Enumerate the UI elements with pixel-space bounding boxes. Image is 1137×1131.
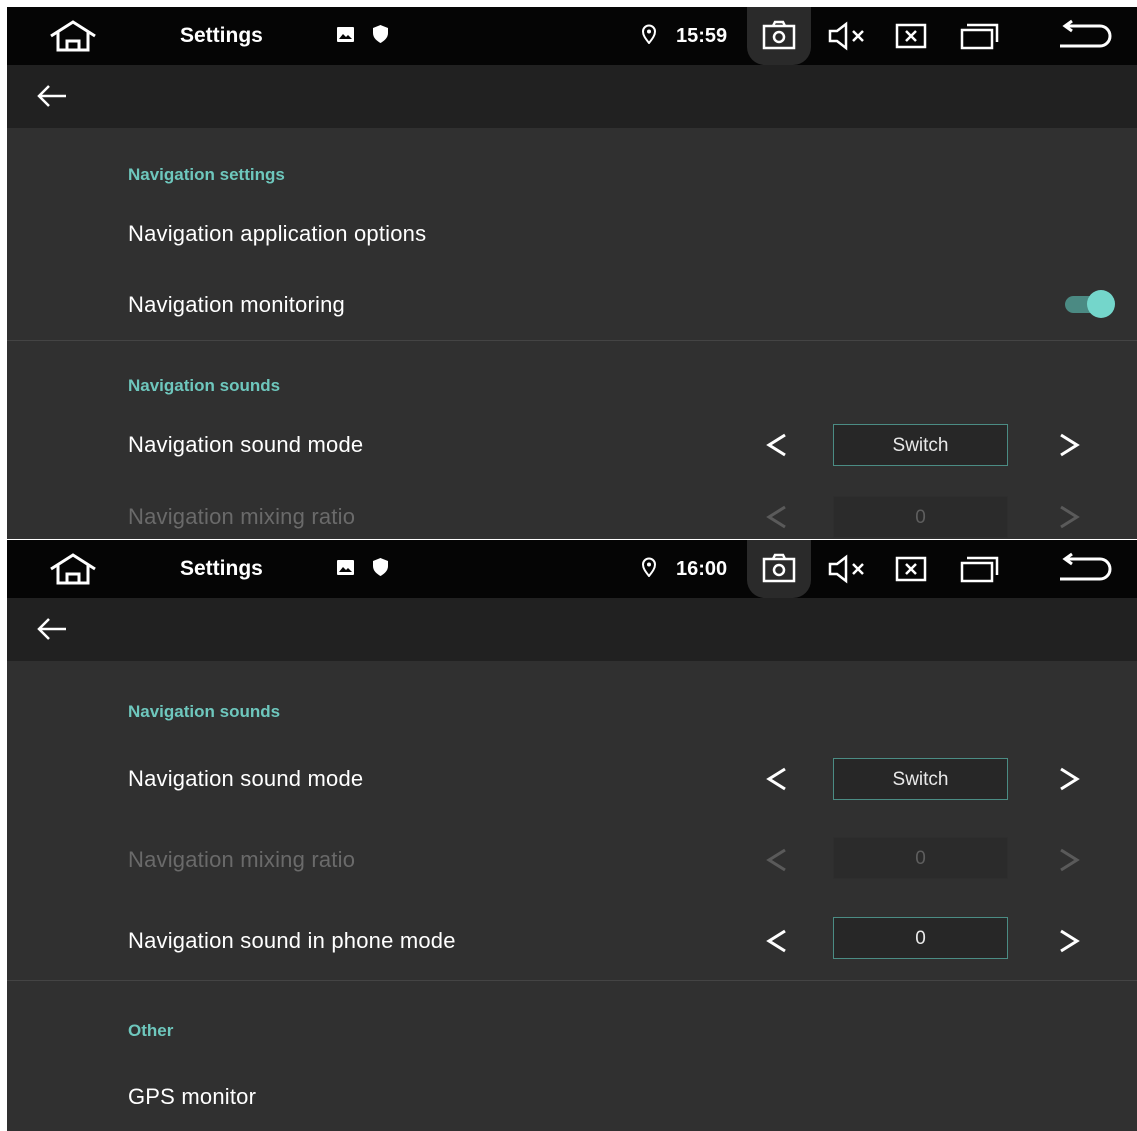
section-header-navigation-sounds: Navigation sounds [128,376,281,395]
navigation-sound-mode-label: Navigation sound mode [128,766,364,791]
status-title: Settings [180,24,263,47]
back-arrow-icon[interactable] [35,83,69,109]
back-arrow-icon[interactable] [35,616,69,642]
chevron-right-icon[interactable] [1057,766,1081,792]
chevron-left-icon[interactable] [765,928,789,954]
divider [7,980,1137,981]
location-pin-icon [641,24,657,44]
navigation-sound-mode-value: Switch [833,758,1008,800]
navigation-mixing-ratio-value: 0 [833,837,1008,879]
status-bar: Settings 16:00 [7,540,1137,598]
shield-icon [373,558,388,576]
screenshot-icon[interactable] [762,553,796,583]
home-icon[interactable] [47,552,99,586]
navigation-mixing-ratio-label: Navigation mixing ratio [128,504,356,529]
chevron-right-icon [1060,848,1080,872]
chevron-right-icon [1060,505,1080,529]
status-clock: 15:59 [676,25,728,47]
divider [7,340,1137,341]
section-header-other: Other [128,1021,174,1040]
system-back-icon[interactable] [1052,552,1112,586]
navigation-monitoring-toggle[interactable] [1065,290,1115,318]
status-bar: Settings 15:59 [7,7,1137,65]
navigation-sound-in-phone-mode-label: Navigation sound in phone mode [128,928,456,953]
close-app-icon[interactable] [895,23,927,49]
app-bar [7,65,1137,128]
chevron-left-icon [766,505,786,529]
chevron-left-icon[interactable] [765,432,789,458]
chevron-left-icon[interactable] [765,766,789,792]
shield-icon [373,25,388,43]
navigation-sound-in-phone-mode-value: 0 [833,917,1008,959]
home-icon[interactable] [47,19,99,53]
system-back-icon[interactable] [1052,19,1112,53]
recent-apps-icon[interactable] [959,555,999,583]
navigation-mixing-ratio-label: Navigation mixing ratio [128,847,356,872]
image-notification-icon [337,560,354,575]
image-notification-icon [337,27,354,42]
app-bar [7,598,1137,661]
volume-mute-icon[interactable] [827,21,869,51]
chevron-left-icon [766,848,786,872]
gps-monitor-item[interactable]: GPS monitor [128,1084,256,1110]
volume-mute-icon[interactable] [827,554,869,584]
status-clock: 16:00 [676,558,728,580]
chevron-right-icon[interactable] [1057,432,1081,458]
settings-screen-2: Settings 16:00 Navigation sounds Navigat… [7,540,1137,1131]
navigation-sound-mode-value: Switch [833,424,1008,466]
toggle-knob [1087,290,1115,318]
section-header-navigation-sounds: Navigation sounds [128,702,281,721]
navigation-sound-mode-label: Navigation sound mode [128,432,364,457]
navigation-mixing-ratio-value: 0 [833,496,1008,538]
screenshot-icon[interactable] [762,20,796,50]
location-pin-icon [641,557,657,577]
navigation-monitoring-label: Navigation monitoring [128,292,345,317]
close-app-icon[interactable] [895,556,927,582]
status-title: Settings [180,557,263,580]
navigation-application-options-item[interactable]: Navigation application options [128,221,426,247]
recent-apps-icon[interactable] [959,22,999,50]
section-header-navigation-settings: Navigation settings [128,165,285,184]
chevron-right-icon[interactable] [1057,928,1081,954]
settings-screen-1: Settings 15:59 Navigation settings Navig… [7,7,1137,539]
